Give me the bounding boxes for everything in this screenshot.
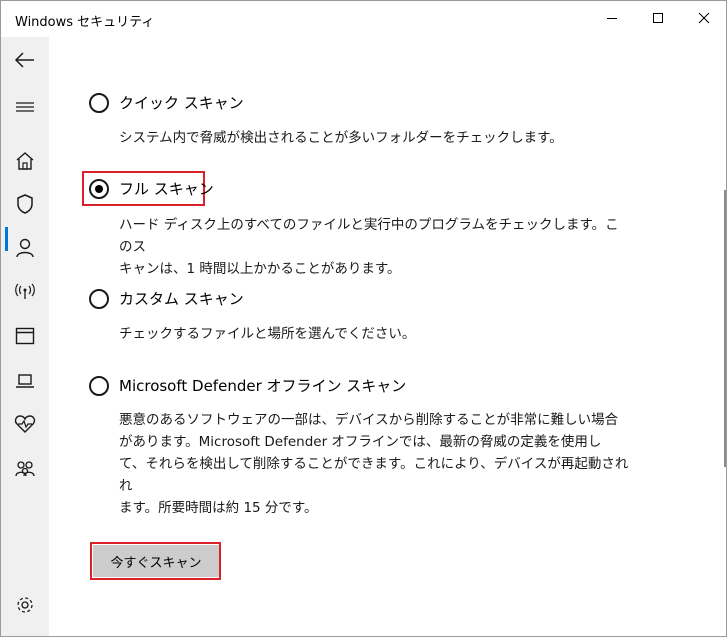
sidebar-item-account[interactable]	[1, 231, 49, 265]
scan-options-panel: クイック スキャン システム内で脅威が検出されることが多いフォルダーをチェックし…	[49, 37, 726, 636]
custom-scan-label: カスタム スキャン	[119, 290, 244, 308]
back-button[interactable]	[1, 43, 49, 77]
sidebar	[1, 37, 49, 636]
sidebar-item-virus-protection[interactable]	[1, 187, 49, 221]
person-icon	[16, 238, 34, 258]
home-icon	[16, 152, 34, 170]
offline-scan-option[interactable]: Microsoft Defender オフライン スキャン	[89, 375, 406, 396]
close-button[interactable]	[681, 1, 726, 35]
full-scan-radio[interactable]	[89, 178, 109, 199]
sidebar-item-app-browser[interactable]	[1, 319, 49, 353]
menu-button[interactable]	[1, 90, 49, 124]
sidebar-item-device-health[interactable]	[1, 407, 49, 441]
offline-scan-description: 悪意のあるソフトウェアの一部は、デバイスから削除することが非常に難しい場合 があ…	[119, 412, 629, 516]
close-icon	[698, 12, 710, 24]
family-icon	[15, 461, 35, 477]
app-browser-icon	[15, 327, 35, 345]
offline-scan-radio[interactable]	[89, 375, 109, 396]
custom-scan-radio[interactable]	[89, 288, 109, 309]
scrollbar[interactable]	[724, 190, 726, 467]
minimize-icon	[607, 18, 617, 19]
minimize-button[interactable]	[589, 1, 635, 35]
gear-icon	[17, 597, 33, 613]
heart-health-icon	[14, 415, 36, 433]
custom-scan-description: チェックするファイルと場所を選んでください。	[119, 326, 416, 342]
quick-scan-radio[interactable]	[89, 92, 109, 113]
full-scan-description: ハード ディスク上のすべてのファイルと実行中のプログラムをチェックします。このス…	[119, 217, 619, 277]
sidebar-item-home[interactable]	[1, 144, 49, 178]
sidebar-item-firewall[interactable]	[1, 275, 49, 309]
maximize-icon	[653, 13, 663, 23]
title-bar: Windows セキュリティ	[1, 1, 726, 37]
sidebar-item-family[interactable]	[1, 452, 49, 486]
hamburger-menu-icon	[16, 102, 34, 112]
quick-scan-label: クイック スキャン	[119, 94, 244, 112]
full-scan-label: フル スキャン	[119, 180, 214, 198]
wireless-icon	[15, 283, 35, 299]
custom-scan-option[interactable]: カスタム スキャン	[89, 288, 244, 309]
laptop-icon	[16, 374, 34, 388]
scan-now-button[interactable]: 今すぐスキャン	[93, 545, 219, 577]
maximize-button[interactable]	[635, 1, 681, 35]
app-window: Windows セキュリティ クイック スキャン システム内で脅威が検出されるこ…	[0, 0, 727, 637]
back-arrow-icon	[14, 52, 34, 68]
sidebar-item-device-security[interactable]	[1, 364, 49, 398]
quick-scan-description: システム内で脅威が検出されることが多いフォルダーをチェックします。	[119, 130, 563, 146]
window-title: Windows セキュリティ	[15, 15, 155, 30]
quick-scan-option[interactable]: クイック スキャン	[89, 92, 244, 113]
shield-icon	[17, 194, 33, 214]
settings-button[interactable]	[1, 588, 49, 622]
full-scan-option[interactable]: フル スキャン	[89, 178, 214, 199]
offline-scan-label: Microsoft Defender オフライン スキャン	[119, 377, 407, 395]
